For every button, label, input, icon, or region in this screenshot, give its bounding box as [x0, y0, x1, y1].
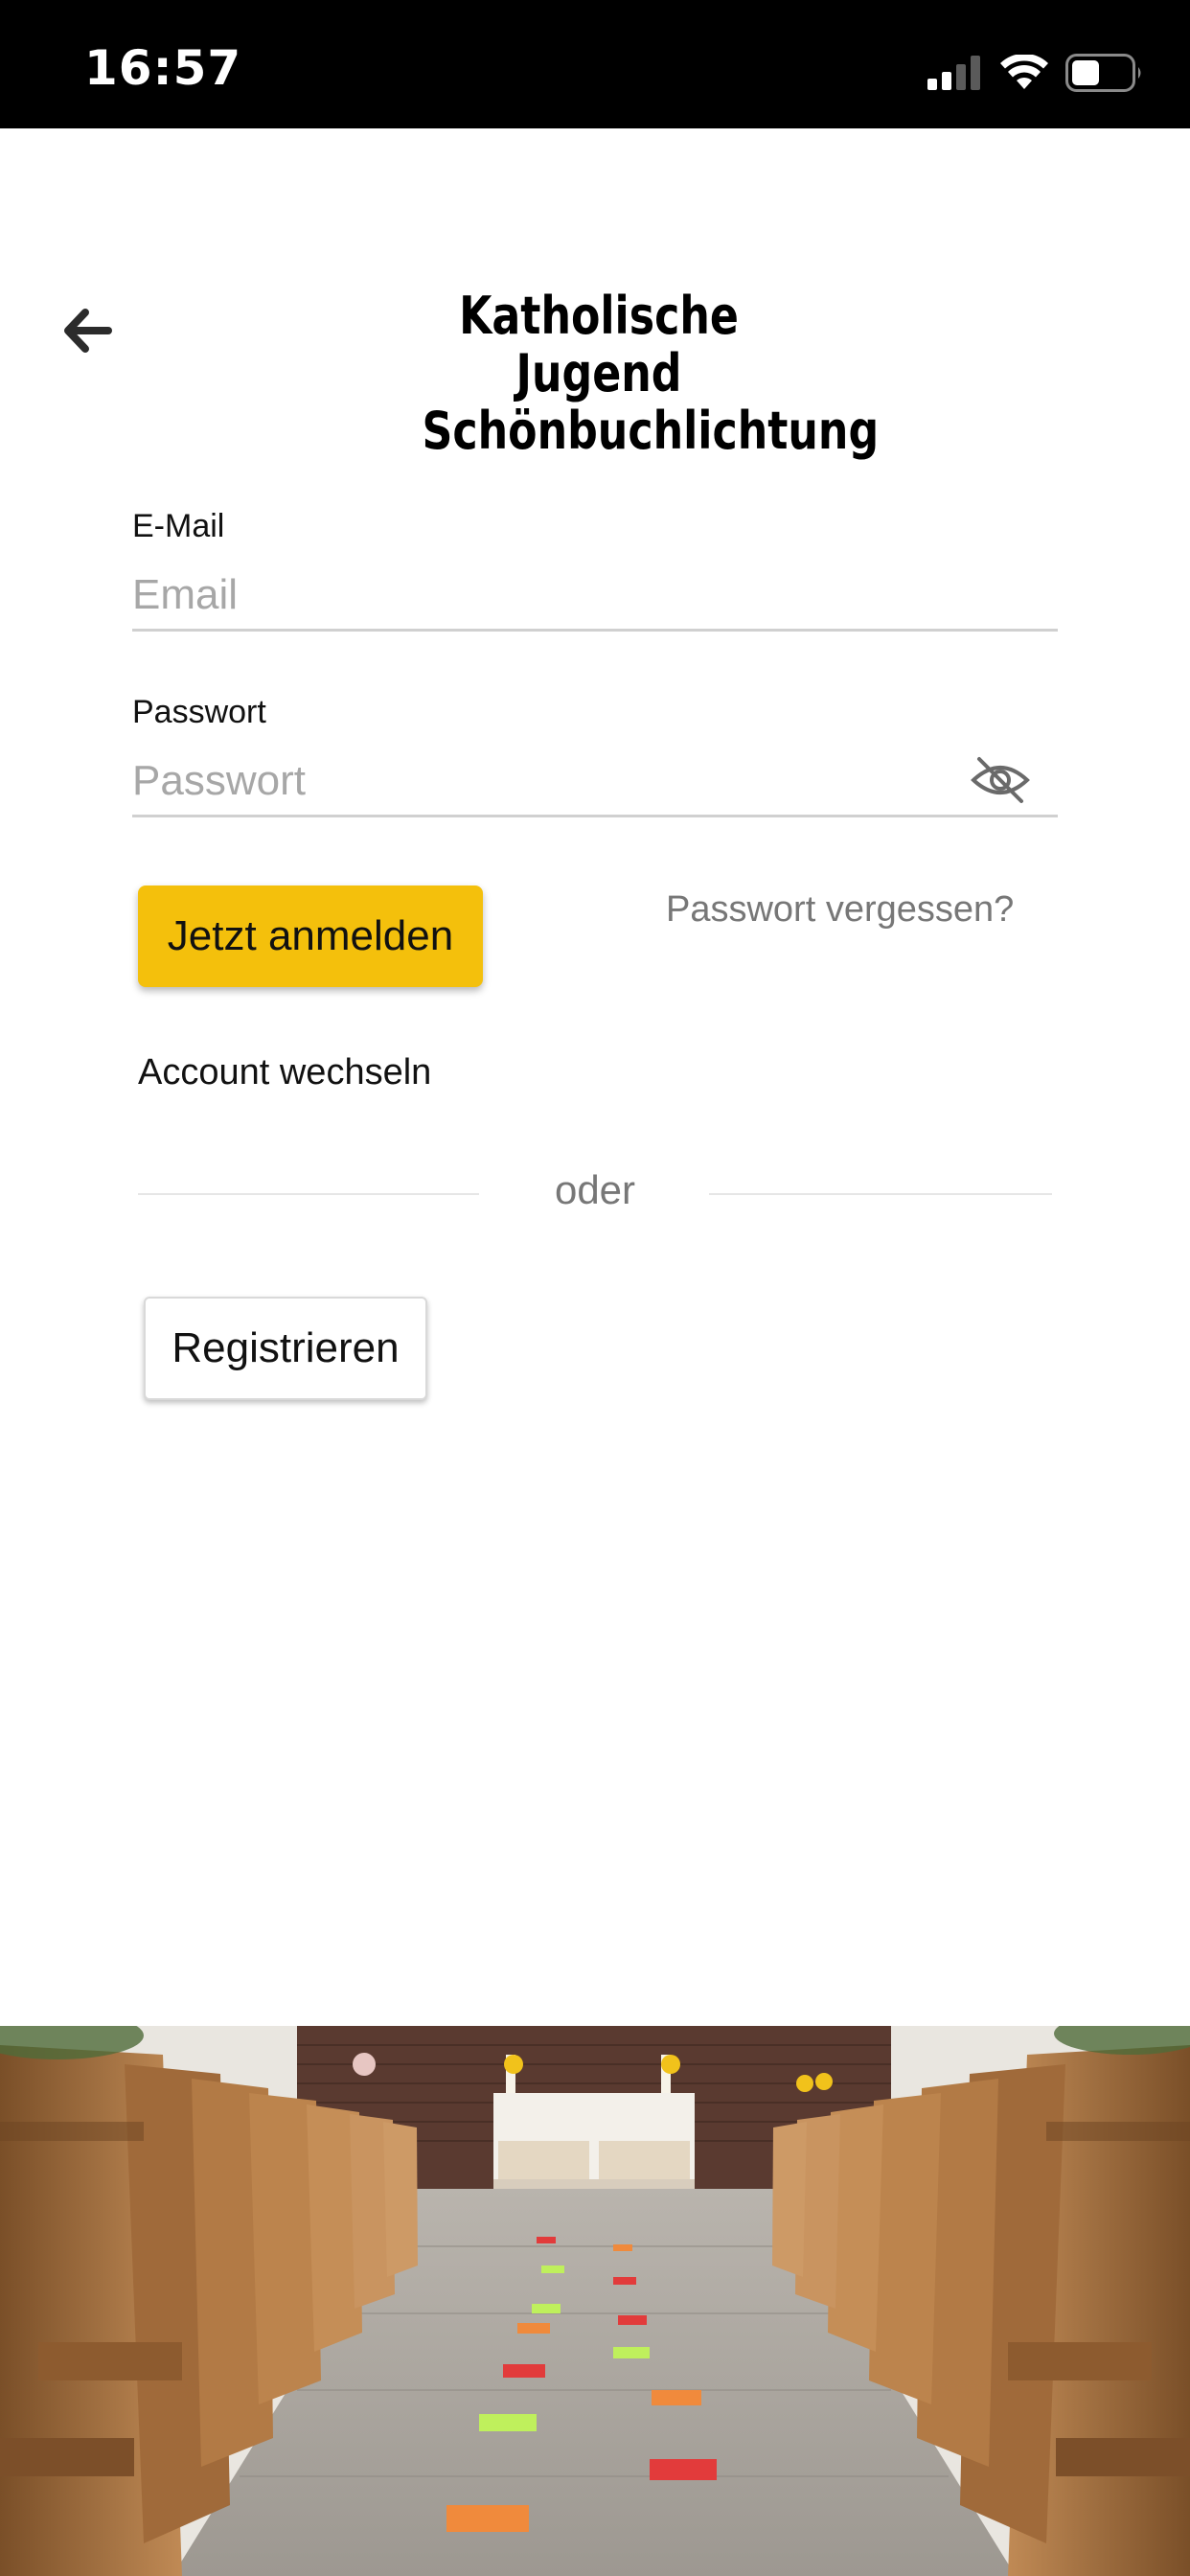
status-time: 16:57	[84, 40, 242, 96]
email-label: E-Mail	[132, 508, 225, 544]
forgot-password-link[interactable]: Passwort vergessen?	[666, 889, 1014, 931]
signal-icon	[927, 56, 980, 90]
status-bar: 16:57	[0, 0, 1190, 128]
password-visibility-toggle[interactable]	[968, 753, 1033, 807]
register-button[interactable]: Registrieren	[144, 1297, 427, 1400]
wifi-icon	[1000, 55, 1048, 89]
arrow-left-icon	[64, 309, 112, 353]
divider-line-right	[709, 1193, 1052, 1195]
email-input[interactable]	[132, 562, 1058, 632]
logo-line-1: Katholische Jugend	[459, 286, 739, 403]
status-icons	[927, 50, 1144, 96]
church-aisle-illustration	[0, 2026, 1190, 2576]
eye-slash-icon	[971, 757, 1030, 803]
battery-icon	[1065, 54, 1141, 92]
login-screen: 16:57 Katholische Jugend Schönbuchlichtu…	[0, 0, 1190, 2576]
church-aisle-photo	[0, 2026, 1190, 2576]
password-input[interactable]	[132, 748, 1058, 817]
login-button[interactable]: Jetzt anmelden	[138, 886, 483, 987]
back-button[interactable]	[54, 297, 121, 364]
password-label: Passwort	[132, 694, 266, 730]
logo-line-2: Schönbuchlichtung	[422, 401, 880, 461]
switch-account-link[interactable]: Account wechseln	[138, 1052, 431, 1093]
app-logo: Katholische Jugend Schönbuchlichtung	[423, 286, 880, 460]
divider-label: oder	[554, 1167, 636, 1212]
divider-line-left	[138, 1193, 479, 1195]
